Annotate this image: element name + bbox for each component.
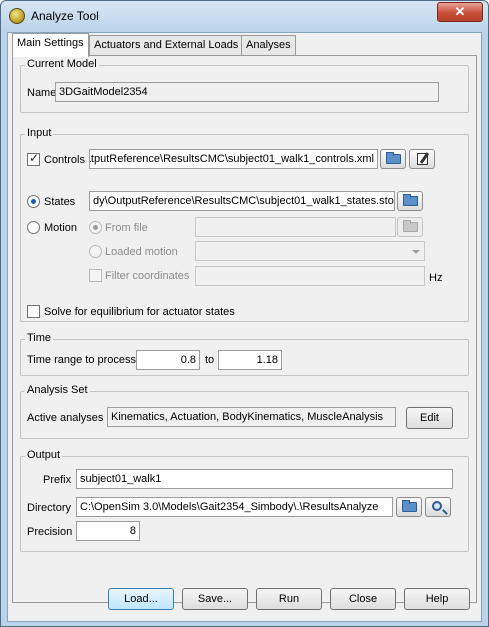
analysis-set-title: Analysis Set (25, 384, 90, 396)
controls-browse-button[interactable] (380, 149, 406, 169)
time-title: Time (25, 332, 54, 344)
output-title: Output (25, 449, 63, 461)
analyze-tool-window: Analyze Tool ✕ Main Settings Actuators a… (0, 0, 489, 627)
load-button[interactable]: Load... (108, 588, 174, 610)
tab-actuators-external-loads[interactable]: Actuators and External Loads (89, 35, 244, 56)
states-label: States (44, 196, 76, 208)
prefix-label: Prefix (43, 474, 72, 486)
edit-analyses-button[interactable]: Edit (406, 407, 453, 429)
model-name-label: Name (27, 87, 57, 99)
search-icon (432, 501, 442, 511)
edit-icon (417, 153, 428, 165)
loaded-motion-radio[interactable] (89, 245, 102, 258)
directory-open-button[interactable] (425, 497, 451, 517)
filter-coordinates-checkbox[interactable] (89, 269, 102, 282)
opensim-app-icon (9, 8, 25, 24)
from-file-label: From file (105, 222, 148, 234)
solve-equilibrium-label: Solve for equilibrium for actuator state… (44, 306, 235, 318)
precision-label: Precision (27, 526, 73, 538)
main-settings-panel: Current Model Name 3DGaitModel2354 Input… (12, 55, 477, 603)
from-file-browse-button[interactable] (397, 217, 423, 237)
states-browse-button[interactable] (397, 191, 423, 211)
output-group: Output Prefix subject01_walk1 Directory … (20, 449, 469, 552)
controls-file-path: ɩtputReference\ResultsCMC\subject01_walk… (89, 153, 374, 165)
time-end-field[interactable]: 1.18 (218, 350, 282, 370)
controls-edit-button[interactable] (409, 149, 435, 169)
motion-label: Motion (44, 222, 78, 234)
loaded-motion-dropdown[interactable] (195, 241, 425, 261)
model-name-field: 3DGaitModel2354 (55, 82, 439, 102)
time-to-label: to (205, 354, 215, 366)
title-bar[interactable]: Analyze Tool ✕ (1, 1, 488, 31)
motion-radio[interactable] (27, 221, 40, 234)
folder-icon (386, 152, 401, 164)
window-title: Analyze Tool (31, 9, 99, 23)
filter-coordinates-field[interactable] (195, 266, 425, 286)
active-analyses-field: Kinematics, Actuation, BodyKinematics, M… (107, 407, 396, 427)
input-group: Input Controls ɩtputReference\ResultsCMC… (20, 127, 469, 322)
prefix-field[interactable]: subject01_walk1 (76, 469, 453, 489)
input-title: Input (25, 127, 54, 139)
tab-analyses[interactable]: Analyses (241, 35, 296, 56)
solve-equilibrium-checkbox[interactable] (27, 305, 40, 318)
tab-main-settings[interactable]: Main Settings (12, 33, 89, 57)
active-analyses-label: Active analyses (27, 412, 104, 424)
precision-field[interactable]: 8 (76, 521, 140, 541)
folder-icon (402, 500, 417, 512)
directory-field[interactable]: C:\OpenSim 3.0\Models\Gait2354_Simbody\.… (76, 497, 393, 517)
save-button[interactable]: Save... (182, 588, 248, 610)
directory-browse-button[interactable] (396, 497, 422, 517)
from-file-radio[interactable] (89, 221, 102, 234)
from-file-field[interactable] (195, 217, 396, 237)
help-button[interactable]: Help (404, 588, 470, 610)
close-button[interactable]: Close (330, 588, 396, 610)
analysis-set-group: Analysis Set Active analyses Kinematics,… (20, 384, 469, 439)
window-close-button[interactable]: ✕ (437, 2, 483, 22)
time-group: Time Time range to process 0.8 to 1.18 (20, 332, 469, 376)
states-radio[interactable] (27, 195, 40, 208)
chevron-down-icon (412, 250, 420, 254)
loaded-motion-label: Loaded motion (105, 246, 178, 258)
time-range-label: Time range to process (27, 354, 137, 366)
folder-icon (403, 220, 418, 232)
directory-label: Directory (27, 502, 72, 514)
filter-unit-label: Hz (429, 272, 443, 284)
current-model-title: Current Model (25, 58, 99, 70)
run-button[interactable]: Run (256, 588, 322, 610)
folder-icon (403, 194, 418, 206)
controls-checkbox[interactable] (27, 151, 40, 166)
controls-file-field[interactable]: ɩtputReference\ResultsCMC\subject01_walk… (89, 149, 378, 169)
controls-label: Controls (44, 154, 85, 166)
current-model-group: Current Model Name 3DGaitModel2354 (20, 58, 469, 113)
filter-coordinates-label: Filter coordinates (105, 270, 190, 282)
time-start-field[interactable]: 0.8 (136, 350, 200, 370)
dialog-client-area: Main Settings Actuators and External Loa… (7, 32, 482, 622)
states-file-field[interactable]: dy\OutputReference\ResultsCMC\subject01_… (89, 191, 395, 211)
